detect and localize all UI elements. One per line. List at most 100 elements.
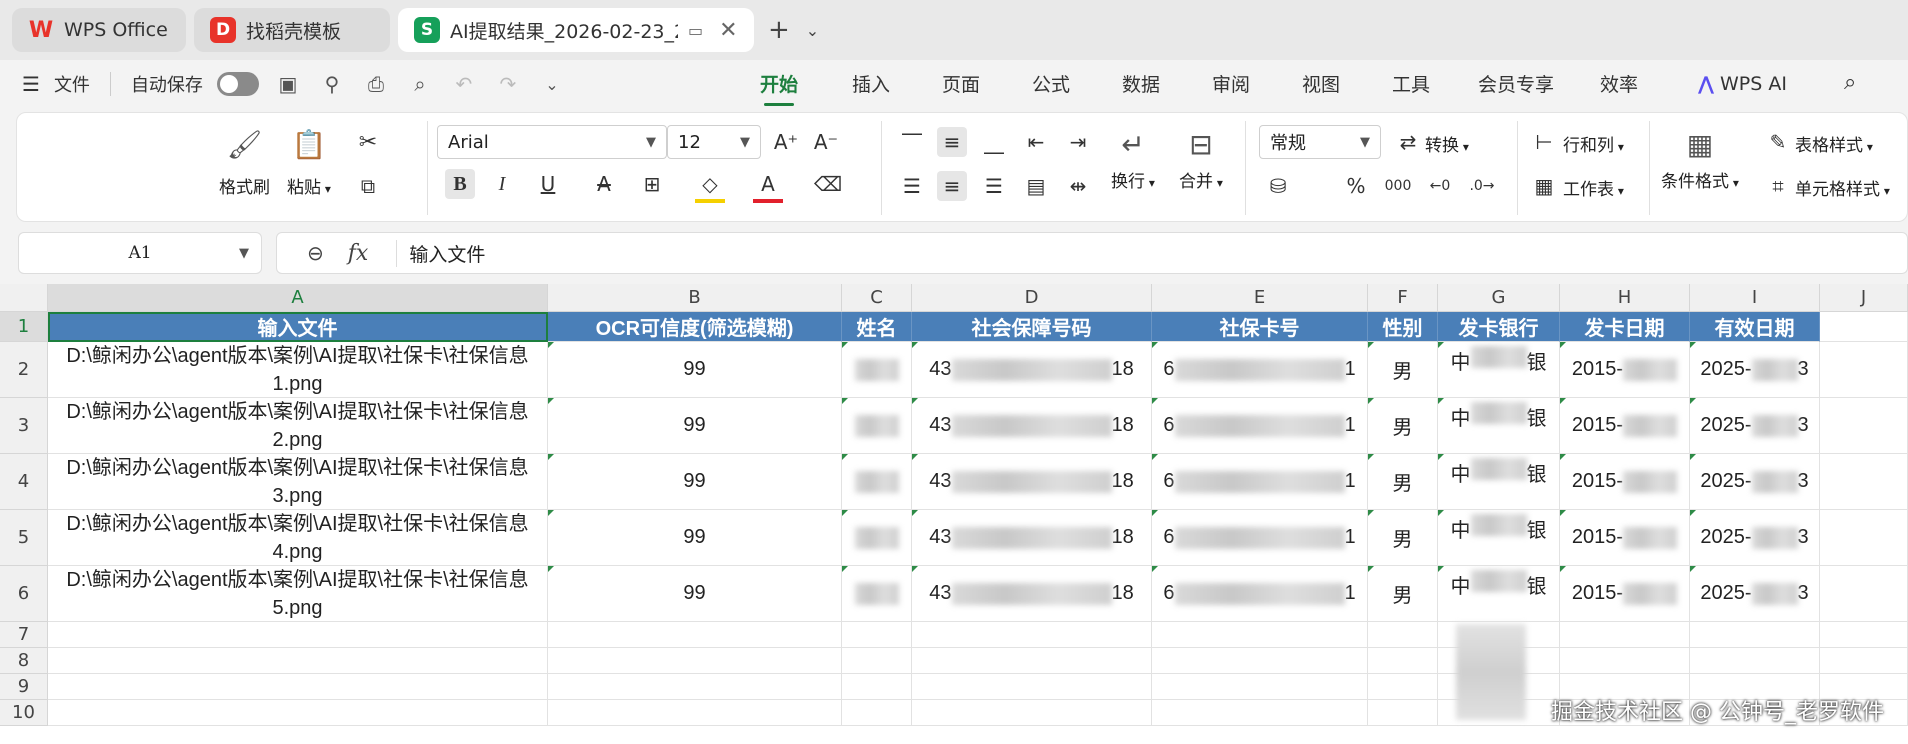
align-bottom-icon[interactable]: ⎽: [979, 127, 1009, 157]
empty-cell[interactable]: [48, 674, 548, 700]
empty-cell[interactable]: [48, 700, 548, 726]
align-center-icon[interactable]: ≡: [937, 171, 967, 201]
worksheet-icon[interactable]: ▦: [1529, 171, 1559, 201]
cell-valid-date[interactable]: 2025- 3: [1690, 398, 1820, 454]
empty-cell[interactable]: [1368, 700, 1438, 726]
cell-j1[interactable]: [1820, 312, 1908, 342]
column-header-g[interactable]: G: [1438, 284, 1560, 312]
cell-issue-date[interactable]: 2015-: [1560, 510, 1690, 566]
column-header-e[interactable]: E: [1152, 284, 1368, 312]
header-cell-i[interactable]: 有效日期: [1690, 312, 1820, 342]
empty-cell[interactable]: [548, 648, 842, 674]
empty-cell[interactable]: [842, 648, 912, 674]
cell-style-icon[interactable]: ⌗: [1763, 171, 1793, 201]
row-header-6[interactable]: 6: [0, 566, 48, 622]
cell-card-no[interactable]: 61: [1152, 342, 1368, 398]
empty-cell[interactable]: [1368, 622, 1438, 648]
format-painter-button[interactable]: 🖌 格式刷: [219, 127, 270, 198]
empty-cell[interactable]: [1820, 510, 1908, 566]
row-header-7[interactable]: 7: [0, 622, 48, 648]
empty-cell[interactable]: [912, 700, 1152, 726]
column-header-i[interactable]: I: [1690, 284, 1820, 312]
cell-name[interactable]: [842, 342, 912, 398]
underline-icon[interactable]: U: [533, 169, 563, 199]
tab-ai-result[interactable]: S AI提取结果_2026-02-23_22 ▭ ✕: [398, 8, 754, 52]
empty-cell[interactable]: [548, 674, 842, 700]
empty-cell[interactable]: [1152, 648, 1368, 674]
column-header-h[interactable]: H: [1560, 284, 1690, 312]
cell-name[interactable]: [842, 510, 912, 566]
cell-name[interactable]: [842, 566, 912, 622]
cell-style-button[interactable]: 单元格样式 ▾: [1795, 175, 1890, 200]
empty-cell[interactable]: [48, 622, 548, 648]
chevron-down-icon[interactable]: ▼: [239, 246, 249, 261]
cell-card-no[interactable]: 61: [1152, 454, 1368, 510]
row-header-3[interactable]: 3: [0, 398, 48, 454]
cell-valid-date[interactable]: 2025- 3: [1690, 510, 1820, 566]
empty-cell[interactable]: [48, 648, 548, 674]
empty-cell[interactable]: [1690, 622, 1820, 648]
cell-issue-date[interactable]: 2015-: [1560, 454, 1690, 510]
empty-cell[interactable]: [912, 622, 1152, 648]
empty-cell[interactable]: [1560, 622, 1690, 648]
empty-cell[interactable]: [1820, 342, 1908, 398]
cell-file-path[interactable]: D:\鲸闲办公\agent版本\案例\AI提取\社保卡\社保信息5.png: [48, 566, 548, 622]
cell-issue-date[interactable]: 2015-: [1560, 398, 1690, 454]
rows-cols-icon[interactable]: ⊢: [1529, 127, 1559, 157]
new-tab-icon[interactable]: +: [768, 15, 790, 45]
cell-bank[interactable]: 中银: [1438, 342, 1560, 398]
header-cell-h[interactable]: 发卡日期: [1560, 312, 1690, 342]
cell-gender[interactable]: 男: [1368, 454, 1438, 510]
cell-name[interactable]: [842, 454, 912, 510]
number-format-select[interactable]: 常规 ▼: [1259, 125, 1381, 159]
empty-cell[interactable]: [1368, 648, 1438, 674]
cell-valid-date[interactable]: 2025- 3: [1690, 566, 1820, 622]
cell-ssn[interactable]: 43 18: [912, 454, 1152, 510]
header-cell-g[interactable]: 发卡银行: [1438, 312, 1560, 342]
conditional-format-button[interactable]: ▦ 条件格式 ▾: [1661, 127, 1739, 192]
border-icon[interactable]: ⊞: [637, 169, 667, 199]
column-header-a[interactable]: A: [48, 284, 548, 312]
column-header-d[interactable]: D: [912, 284, 1152, 312]
table-style-button[interactable]: 表格样式 ▾: [1795, 131, 1873, 156]
header-cell-a[interactable]: 输入文件: [48, 312, 548, 342]
merge-button[interactable]: ⊟ 合并 ▾: [1179, 127, 1223, 192]
menu-tab-data[interactable]: 数据: [1122, 70, 1160, 98]
menu-tab-efficiency[interactable]: 效率: [1600, 70, 1638, 98]
cell-file-path[interactable]: D:\鲸闲办公\agent版本\案例\AI提取\社保卡\社保信息3.png: [48, 454, 548, 510]
column-header-f[interactable]: F: [1368, 284, 1438, 312]
cell-ocr-score[interactable]: 99: [548, 566, 842, 622]
select-all-corner[interactable]: [0, 284, 48, 312]
header-cell-f[interactable]: 性别: [1368, 312, 1438, 342]
header-cell-b[interactable]: OCR可信度(筛选模糊): [548, 312, 842, 342]
header-cell-c[interactable]: 姓名: [842, 312, 912, 342]
thousands-icon[interactable]: 000: [1383, 171, 1413, 201]
empty-cell[interactable]: [548, 622, 842, 648]
menu-tab-insert[interactable]: 插入: [852, 70, 890, 98]
cell-issue-date[interactable]: 2015-: [1560, 566, 1690, 622]
rows-cols-button[interactable]: 行和列 ▾: [1563, 131, 1624, 156]
cell-file-path[interactable]: D:\鲸闲办公\agent版本\案例\AI提取\社保卡\社保信息2.png: [48, 398, 548, 454]
column-header-b[interactable]: B: [548, 284, 842, 312]
increase-decimal-icon[interactable]: ←0: [1425, 171, 1455, 201]
cell-file-path[interactable]: D:\鲸闲办公\agent版本\案例\AI提取\社保卡\社保信息4.png: [48, 510, 548, 566]
search-icon[interactable]: ⌕: [1844, 70, 1856, 98]
empty-cell[interactable]: [548, 700, 842, 726]
column-header-j[interactable]: J: [1820, 284, 1908, 312]
empty-cell[interactable]: [1152, 622, 1368, 648]
header-cell-d[interactable]: 社会保障号码: [912, 312, 1152, 342]
empty-cell[interactable]: [1368, 674, 1438, 700]
percent-icon[interactable]: %: [1341, 171, 1371, 201]
copy-icon[interactable]: ⧉: [353, 171, 383, 201]
bold-icon[interactable]: B: [445, 169, 475, 199]
cell-bank[interactable]: 中银: [1438, 398, 1560, 454]
row-header-4[interactable]: 4: [0, 454, 48, 510]
empty-cell[interactable]: [1820, 398, 1908, 454]
empty-cell[interactable]: [1820, 648, 1908, 674]
row-header-5[interactable]: 5: [0, 510, 48, 566]
increase-font-icon[interactable]: A⁺: [771, 127, 801, 157]
cell-bank[interactable]: 中银: [1438, 510, 1560, 566]
tab-wps-office[interactable]: W WPS Office: [12, 8, 186, 52]
align-left-icon[interactable]: ☰: [897, 171, 927, 201]
decrease-indent-icon[interactable]: ⇤: [1021, 127, 1051, 157]
